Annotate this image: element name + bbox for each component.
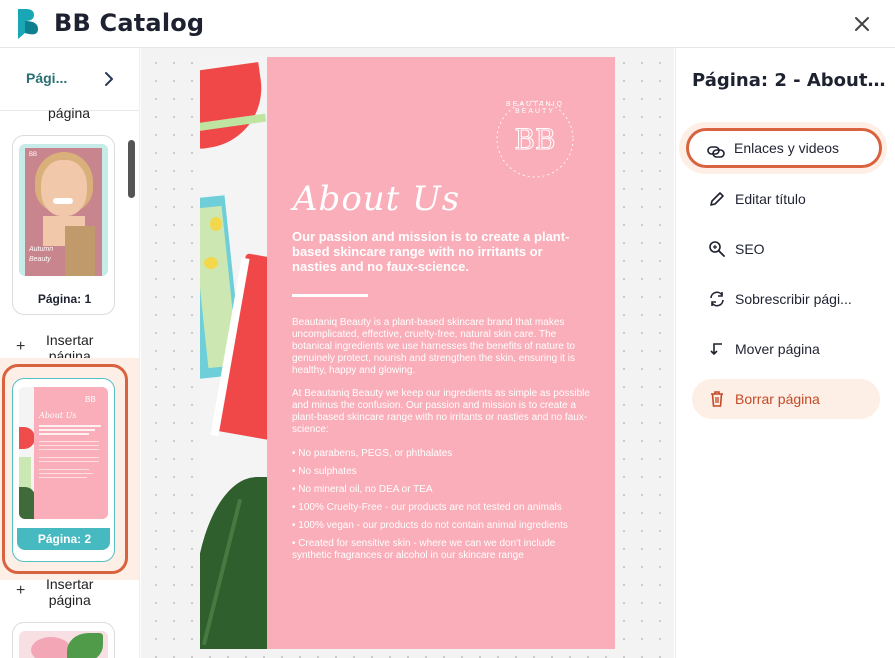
overwrite-page-label: Sobrescribir pági... (735, 291, 852, 307)
links-videos-button[interactable]: Enlaces y videos (686, 128, 882, 168)
trash-icon (711, 391, 723, 407)
bb-logo-icon (18, 9, 38, 39)
edit-title-button[interactable]: Editar título (692, 179, 880, 219)
move-arrow-icon (710, 343, 722, 356)
pages-tab-label: Pági... (26, 70, 68, 86)
links-videos-label: Enlaces y videos (734, 140, 840, 156)
insert-page-line2: página (48, 592, 91, 608)
brand-ring-text: BEAUTANIQ BEAUTY (506, 101, 564, 115)
page-actions-panel: Página: 2 - About Us Enlaces y videos Ed… (675, 48, 895, 658)
close-button[interactable] (848, 10, 876, 38)
bullet-1: • No parabens, PEGS, or phthalates (292, 448, 453, 459)
delete-page-label: Borrar página (735, 391, 820, 407)
app-header: BB Catalog (0, 0, 895, 48)
seo-label: SEO (735, 241, 765, 257)
overwrite-page-button[interactable]: Sobrescribir pági... (692, 279, 880, 319)
app-title: BB Catalog (54, 9, 205, 37)
editor-canvas: BB BEAUTANIQ BEAUTY About Us Our passion… (141, 48, 674, 658)
pages-tab[interactable]: Pági... (0, 60, 139, 100)
pencil-icon (710, 192, 724, 206)
insert-page-line1: Insertar (46, 576, 94, 592)
delete-page-button[interactable]: Borrar página (692, 379, 880, 419)
refresh-icon (710, 291, 724, 307)
bullet-5: • 100% vegan - our products do not conta… (292, 520, 568, 531)
insert-page-line1: Insertar (46, 332, 94, 348)
photo-strip (200, 57, 267, 649)
pages-sidebar: Pági... página Autumn Beauty BB Página: … (0, 48, 140, 658)
divider-rule (292, 294, 368, 297)
paragraph-2: At Beautaniq Beauty we keep our ingredie… (292, 388, 590, 435)
bullet-4: • 100% Cruelty-Free - our products are n… (292, 502, 562, 513)
page-1-caption-brand: Beauty (29, 256, 51, 263)
svg-text:BB: BB (514, 123, 555, 156)
page-1-caption-name: Autumn (29, 246, 54, 253)
page-title: Página: 2 - About Us (692, 70, 888, 91)
intro-text: Our passion and mission is to create a p… (292, 229, 570, 274)
close-icon (855, 17, 869, 31)
plus-icon[interactable]: + (16, 582, 25, 600)
seo-button[interactable]: SEO (692, 229, 880, 269)
plus-icon[interactable]: + (16, 338, 25, 356)
page-1-preview: Autumn Beauty BB (19, 144, 108, 276)
bullet-2: • No sulphates (292, 466, 357, 477)
scrollbar-thumb[interactable] (128, 140, 135, 198)
move-page-label: Mover página (735, 341, 820, 357)
page-1-label: Página: 1 (37, 292, 92, 306)
page-preview[interactable]: BB BEAUTANIQ BEAUTY About Us Our passion… (200, 57, 615, 649)
page-1-monogram: BB (29, 152, 38, 158)
content-panel: BB BEAUTANIQ BEAUTY About Us Our passion… (267, 57, 615, 649)
page-3-preview (19, 631, 108, 658)
page-thumbnail-1[interactable]: Autumn Beauty BB Página: 1 (12, 135, 115, 315)
chevron-right-icon[interactable] (100, 70, 118, 88)
bullet-6: • Created for sensitive skin - where we … (292, 538, 556, 561)
paragraph-1: Beautaniq Beauty is a plant-based skinca… (292, 317, 575, 376)
edit-title-label: Editar título (735, 191, 806, 207)
insert-page-button[interactable]: Insertar página (46, 576, 93, 608)
bullet-3: • No mineral oil, no DEA or TEA (292, 484, 433, 495)
page-thumbnail-3[interactable] (12, 622, 115, 658)
search-zoom-icon (709, 241, 725, 257)
selection-outline (2, 364, 128, 574)
insert-page-label-partial[interactable]: página (48, 105, 90, 121)
about-title: About Us (293, 179, 461, 219)
link-video-icon (707, 146, 725, 158)
move-page-button[interactable]: Mover página (692, 329, 880, 369)
